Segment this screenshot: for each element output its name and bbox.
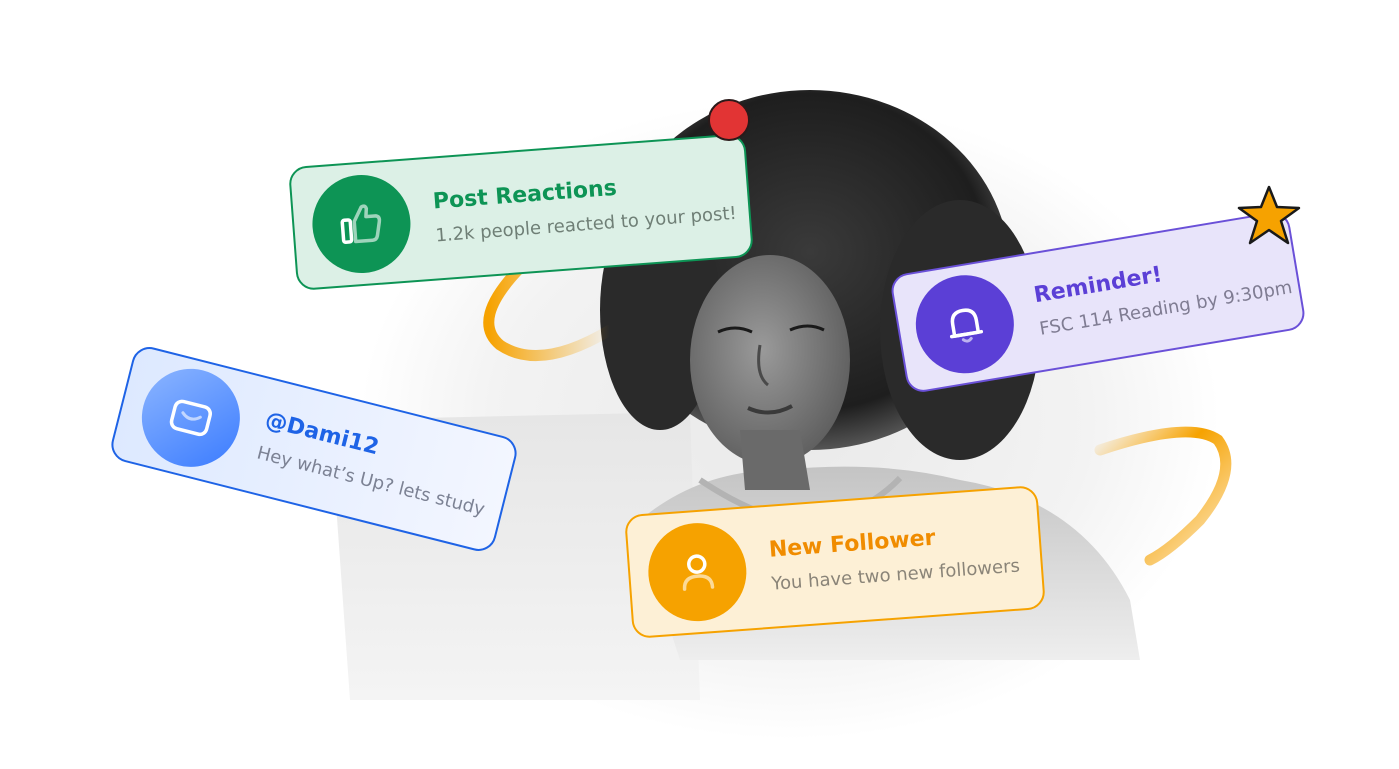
follower-badge (644, 519, 750, 625)
bell-icon (949, 308, 984, 343)
reaction-badge (308, 171, 414, 277)
notification-dot (708, 99, 750, 141)
star-icon (1237, 185, 1301, 245)
mail-icon (169, 399, 213, 437)
thumbs-up-icon (340, 204, 382, 244)
reminder-badge (908, 267, 1022, 381)
hero-illustration: Post Reactions 1.2k people reacted to yo… (0, 0, 1399, 769)
message-badge (131, 358, 251, 478)
user-icon (682, 554, 715, 591)
